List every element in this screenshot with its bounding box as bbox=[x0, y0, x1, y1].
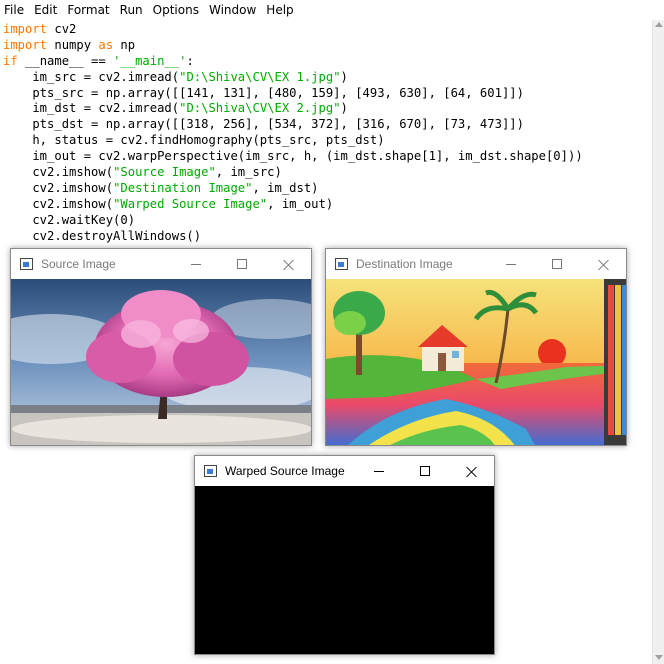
code-line[interactable]: pts_src = np.array([[141, 131], [480, 15… bbox=[3, 86, 583, 102]
menu-options[interactable]: Options bbox=[148, 0, 204, 20]
code-token: pts_dst = np.array([[318, 256], [534, 37… bbox=[3, 117, 524, 132]
code-token: , im_out) bbox=[267, 196, 334, 211]
window-titlebar[interactable]: Source Image bbox=[11, 249, 311, 279]
close-icon bbox=[283, 259, 294, 270]
maximize-button[interactable] bbox=[402, 456, 448, 486]
code-token: im_out = cv2.warpPerspective(im_src, h, … bbox=[3, 149, 583, 164]
minimize-icon bbox=[191, 263, 201, 265]
code-line[interactable]: cv2.waitKey(0) bbox=[3, 213, 583, 229]
code-string: "Warped Source Image" bbox=[113, 196, 268, 211]
minimize-button[interactable] bbox=[173, 249, 219, 279]
source-image-window[interactable]: Source Image bbox=[10, 248, 312, 446]
code-token: im_src = cv2.imread( bbox=[3, 69, 180, 84]
window-titlebar[interactable]: Warped Source Image bbox=[195, 456, 494, 486]
code-string: "Destination Image" bbox=[113, 180, 253, 195]
code-line[interactable]: import cv2 bbox=[3, 22, 583, 38]
close-icon bbox=[598, 259, 609, 270]
code-line[interactable]: im_dst = cv2.imread("D:\Shiva\CV\EX 2.jp… bbox=[3, 101, 583, 117]
menu-help[interactable]: Help bbox=[261, 0, 298, 20]
minimize-icon bbox=[374, 470, 384, 472]
code-token: cv2 bbox=[47, 22, 77, 36]
code-line[interactable]: import numpy as np bbox=[3, 38, 583, 54]
code-token: np bbox=[113, 37, 136, 52]
close-button[interactable] bbox=[580, 249, 626, 279]
minimize-button[interactable] bbox=[356, 456, 402, 486]
code-token: ) bbox=[340, 101, 348, 116]
code-keyword: if bbox=[3, 53, 18, 68]
code-token: cv2.imshow( bbox=[3, 165, 114, 180]
code-token: __name__ == bbox=[17, 53, 114, 68]
maximize-button[interactable] bbox=[534, 249, 580, 279]
code-token: : bbox=[186, 53, 194, 68]
destination-image-canvas bbox=[326, 279, 626, 445]
window-app-icon bbox=[335, 258, 348, 270]
warped-source-image-window[interactable]: Warped Source Image bbox=[194, 455, 495, 655]
code-keyword: import bbox=[3, 37, 48, 52]
window-app-icon bbox=[20, 258, 33, 270]
code-line[interactable]: im_out = cv2.warpPerspective(im_src, h, … bbox=[3, 149, 583, 165]
minimize-button[interactable] bbox=[488, 249, 534, 279]
maximize-icon bbox=[552, 259, 562, 269]
minimize-icon bbox=[506, 263, 516, 265]
code-token: numpy bbox=[47, 37, 99, 52]
code-keyword: import bbox=[3, 22, 48, 36]
window-title: Destination Image bbox=[356, 257, 453, 271]
code-line[interactable]: cv2.imshow("Destination Image", im_dst) bbox=[3, 181, 583, 197]
code-string: '__main__' bbox=[113, 53, 187, 68]
scroll-down-arrow-icon[interactable] bbox=[655, 655, 663, 660]
code-line[interactable]: cv2.imshow("Warped Source Image", im_out… bbox=[3, 197, 583, 213]
code-token: cv2.destroyAllWindows() bbox=[3, 228, 202, 243]
code-token: pts_src = np.array([[141, 131], [480, 15… bbox=[3, 85, 524, 100]
close-button[interactable] bbox=[448, 456, 494, 486]
source-image-canvas bbox=[11, 279, 311, 445]
code-string: "D:\Shiva\CV\EX 2.jpg" bbox=[179, 101, 341, 116]
window-title: Warped Source Image bbox=[225, 464, 345, 478]
destination-image-window[interactable]: Destination Image bbox=[325, 248, 627, 446]
code-token: , im_dst) bbox=[252, 180, 319, 195]
code-line[interactable]: pts_dst = np.array([[318, 256], [534, 37… bbox=[3, 117, 583, 133]
maximize-button[interactable] bbox=[219, 249, 265, 279]
maximize-icon bbox=[420, 466, 430, 476]
code-line[interactable]: cv2.destroyAllWindows() bbox=[3, 229, 583, 245]
code-line[interactable]: im_src = cv2.imread("D:\Shiva\CV\EX 1.jp… bbox=[3, 70, 583, 86]
code-string: "Source Image" bbox=[113, 165, 216, 180]
code-line[interactable]: h, status = cv2.findHomography(pts_src, … bbox=[3, 133, 583, 149]
code-keyword: as bbox=[98, 37, 114, 52]
code-text[interactable]: import cv2 import numpy as np if __name__ … bbox=[3, 22, 583, 244]
code-token: cv2.waitKey(0) bbox=[3, 212, 136, 227]
painted-landscape bbox=[326, 279, 626, 445]
menu-window[interactable]: Window bbox=[204, 0, 261, 20]
code-token: h, status = cv2.findHomography(pts_src, … bbox=[3, 133, 385, 148]
close-icon bbox=[466, 466, 477, 477]
menu-edit[interactable]: Edit bbox=[29, 0, 62, 20]
menu-format[interactable]: Format bbox=[62, 0, 114, 20]
code-line[interactable]: cv2.imshow("Source Image", im_src) bbox=[3, 165, 583, 181]
window-title: Source Image bbox=[41, 257, 116, 271]
close-button[interactable] bbox=[265, 249, 311, 279]
scroll-up-arrow-icon[interactable] bbox=[655, 22, 663, 27]
code-token: im_dst = cv2.imread( bbox=[3, 101, 180, 116]
code-token: ) bbox=[340, 69, 348, 84]
warped-image-canvas bbox=[195, 486, 494, 654]
window-titlebar[interactable]: Destination Image bbox=[326, 249, 626, 279]
window-app-icon bbox=[204, 465, 217, 477]
pink-tree-photo bbox=[11, 279, 311, 445]
menu-file[interactable]: File bbox=[0, 0, 29, 20]
menu-bar: File Edit Format Run Options Window Help bbox=[0, 0, 664, 20]
maximize-icon bbox=[237, 259, 247, 269]
menu-run[interactable]: Run bbox=[115, 0, 148, 20]
code-line[interactable]: if __name__ == '__main__': bbox=[3, 54, 583, 70]
code-token: cv2.imshow( bbox=[3, 196, 114, 211]
code-token: , im_src) bbox=[215, 165, 282, 180]
code-string: "D:\Shiva\CV\EX 1.jpg" bbox=[179, 69, 341, 84]
code-token: cv2.imshow( bbox=[3, 180, 114, 195]
vertical-scrollbar[interactable] bbox=[652, 20, 664, 664]
